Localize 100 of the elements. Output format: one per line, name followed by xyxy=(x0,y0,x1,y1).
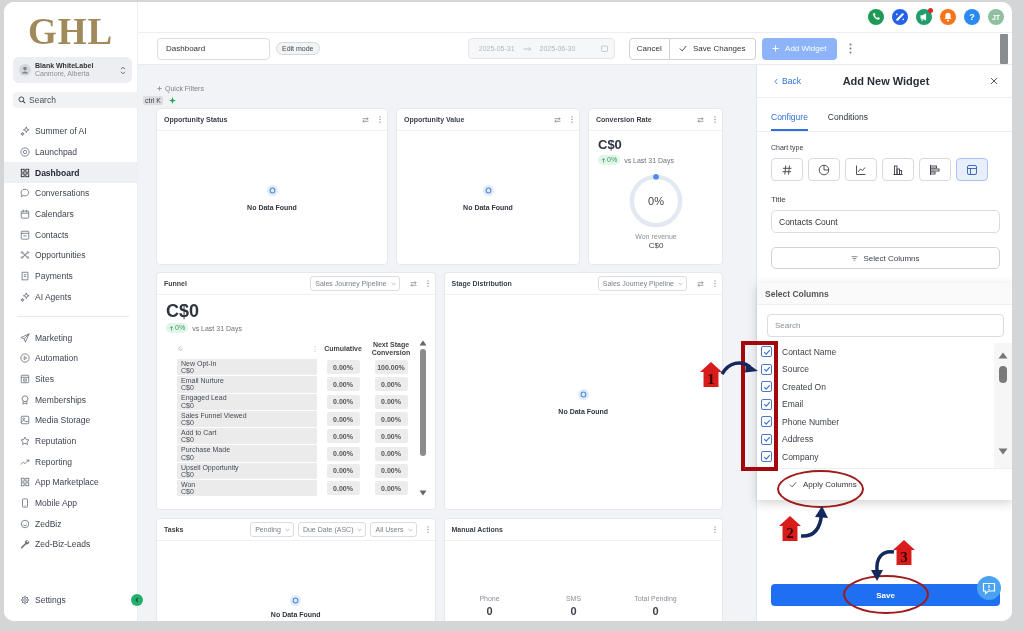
target-icon xyxy=(20,147,30,158)
table-icon xyxy=(966,163,978,176)
sidebar-item[interactable]: Sites xyxy=(4,368,137,390)
select-columns-button[interactable]: Select Columns xyxy=(771,247,1000,269)
more-options-icon[interactable] xyxy=(848,43,852,54)
close-icon[interactable] xyxy=(990,77,998,85)
panel-tab[interactable]: Conditions xyxy=(827,112,869,131)
filter-icon xyxy=(851,255,859,261)
checkbox[interactable] xyxy=(761,381,772,393)
settings-link[interactable]: Settings xyxy=(4,589,72,610)
scroll-up-icon[interactable] xyxy=(998,352,1008,359)
scroll-up-icon[interactable] xyxy=(419,340,427,346)
swap-arrows-icon[interactable] xyxy=(697,116,704,123)
scroll-down-icon[interactable] xyxy=(998,448,1008,455)
sidebar-item[interactable]: Calendars xyxy=(4,203,137,225)
chart-type-button[interactable] xyxy=(845,158,877,181)
checkbox[interactable] xyxy=(761,416,772,428)
sidebar-item[interactable]: Opportunities xyxy=(4,245,137,266)
sidebar-item[interactable]: Summer of AI xyxy=(4,121,137,142)
award-icon xyxy=(20,394,30,405)
megaphone-icon[interactable] xyxy=(916,9,932,25)
chevron-updown-icon xyxy=(120,65,126,75)
cancel-button[interactable]: Cancel xyxy=(628,37,670,60)
apply-columns-button[interactable]: Apply Columns xyxy=(785,474,861,495)
bell-icon[interactable] xyxy=(940,9,956,25)
chevron-down-icon xyxy=(284,527,290,532)
sidebar-item[interactable]: Launchpad xyxy=(4,141,137,163)
stat-value: 0 xyxy=(570,605,577,617)
sidebar-item[interactable]: App Marketplace xyxy=(4,472,137,493)
grid-icon xyxy=(20,477,30,488)
title-label: Title xyxy=(771,195,786,204)
scrollbar-thumb[interactable] xyxy=(999,366,1007,383)
title-field[interactable]: Contacts Count xyxy=(771,210,1000,233)
sidebar-item[interactable]: Dashboard xyxy=(4,162,137,184)
empty-state-icon xyxy=(577,389,589,400)
dashboard-name-field[interactable]: Dashboard xyxy=(157,37,270,60)
plus-icon xyxy=(157,85,162,91)
paper-plane-icon xyxy=(20,332,30,343)
arrow-right-icon xyxy=(522,45,532,52)
sparkle-icon xyxy=(168,96,176,104)
sidebar-item[interactable]: Reputation xyxy=(4,430,137,452)
image-icon xyxy=(20,415,30,426)
checkbox[interactable] xyxy=(761,346,772,358)
scrollbar-thumb[interactable] xyxy=(1000,34,1008,64)
column-label: Address xyxy=(782,434,814,445)
receipt-icon xyxy=(20,271,30,282)
column-search-field[interactable]: Search xyxy=(767,314,1004,337)
checkbox[interactable] xyxy=(761,451,772,463)
percent-icon[interactable] xyxy=(892,9,908,25)
metric-value: C$0 xyxy=(598,137,623,153)
sidebar-item[interactable]: Media Storage xyxy=(4,409,137,431)
save-changes-button[interactable]: Save Changes xyxy=(669,37,756,60)
sidebar-item[interactable]: Marketing xyxy=(4,327,137,348)
chart-type-button[interactable] xyxy=(808,158,840,181)
arrow-up-icon xyxy=(601,157,606,163)
collapse-sidebar-button[interactable] xyxy=(131,594,143,606)
settings-icon xyxy=(20,594,30,605)
curved-arrow xyxy=(721,359,759,377)
checkbox[interactable] xyxy=(761,398,772,410)
sidebar-item[interactable]: Zed-Biz-Leads xyxy=(4,534,137,555)
chat-support-icon[interactable] xyxy=(977,576,1001,600)
scrollbar-thumb[interactable] xyxy=(420,349,426,456)
swap-arrows-icon[interactable] xyxy=(697,280,704,287)
sidebar-item[interactable]: AI Agents xyxy=(4,286,137,308)
search-input[interactable]: Search xyxy=(29,94,140,106)
sidebar-item[interactable]: Automation xyxy=(4,347,137,369)
swap-arrows-icon[interactable] xyxy=(409,280,417,287)
chevron-down-icon xyxy=(678,281,683,286)
mobile-phone-icon xyxy=(20,498,30,509)
sidebar-item[interactable]: Payments xyxy=(4,265,137,287)
sidebar-item[interactable]: Mobile App xyxy=(4,492,137,514)
swap-arrows-icon[interactable] xyxy=(362,116,369,123)
chart-type-button[interactable] xyxy=(771,158,803,181)
chevron-left-icon xyxy=(134,597,140,603)
chart-type-button[interactable] xyxy=(919,158,951,181)
checkbox[interactable] xyxy=(761,433,772,445)
sidebar-item[interactable]: Reporting xyxy=(4,451,137,472)
panel-tab[interactable]: Configure xyxy=(771,112,808,131)
metric-value: C$0 xyxy=(166,301,201,321)
save-button[interactable]: Save xyxy=(771,584,1000,606)
sidebar-item[interactable]: Memberships xyxy=(4,389,137,410)
trend-line-icon xyxy=(20,456,30,467)
search-icon xyxy=(18,96,26,104)
help-button[interactable]: ? xyxy=(964,9,980,25)
chart-type-button[interactable] xyxy=(956,158,988,181)
sidebar-item[interactable]: Contacts xyxy=(4,224,137,246)
empty-state-icon xyxy=(266,184,278,196)
swap-arrows-icon[interactable] xyxy=(554,116,561,123)
sidebar-item[interactable]: ZedBiz xyxy=(4,513,137,535)
back-link[interactable]: Back xyxy=(774,76,801,86)
phone-icon[interactable] xyxy=(868,9,884,25)
scroll-down-icon[interactable] xyxy=(419,490,427,497)
checkbox[interactable] xyxy=(761,363,772,375)
column-label: Source xyxy=(782,364,809,375)
calendar-icon xyxy=(600,45,608,52)
chart-type-button[interactable] xyxy=(882,158,914,181)
bar-chart-icon xyxy=(892,163,904,176)
chevron-down-icon xyxy=(357,527,363,532)
wrench-icon xyxy=(20,539,30,550)
sidebar-item[interactable]: Conversations xyxy=(4,183,137,204)
